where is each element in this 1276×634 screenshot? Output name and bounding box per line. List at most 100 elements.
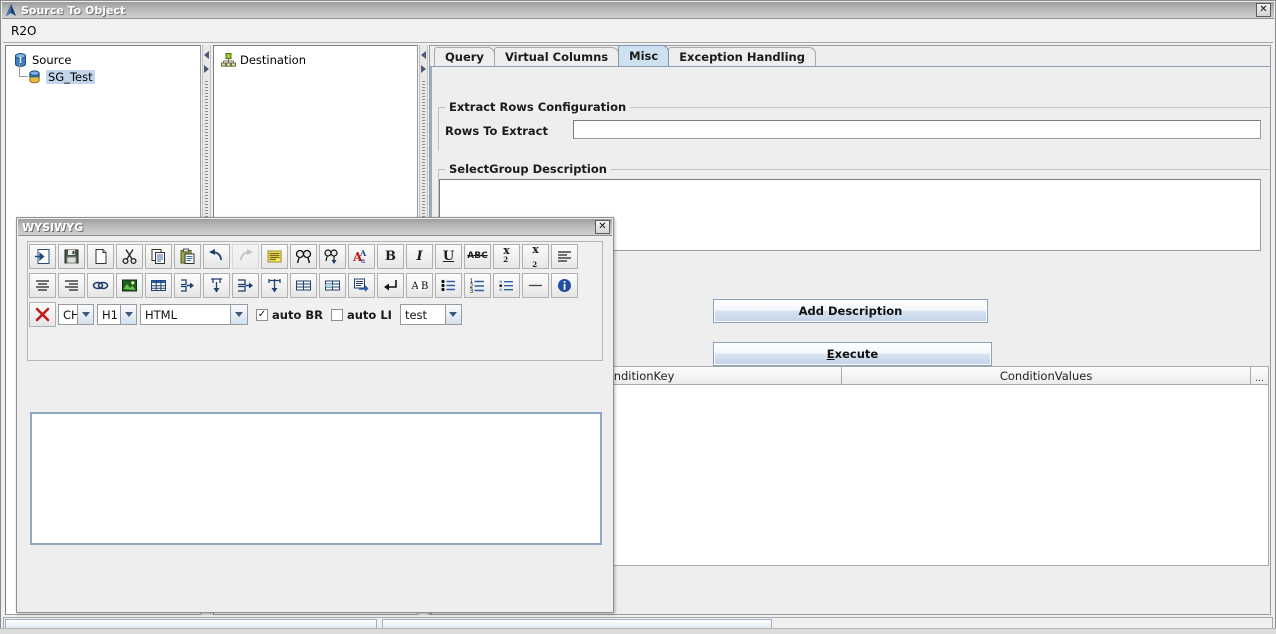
splitter2-collapse-left-icon[interactable] (421, 51, 426, 59)
italic-glyph: I (416, 249, 423, 264)
tree-node-source-label: Source (32, 52, 72, 67)
align-center-icon[interactable] (29, 273, 56, 298)
splitter2-collapse-right-icon[interactable] (421, 65, 426, 73)
app-icon (4, 3, 18, 17)
bold-icon[interactable]: B (377, 244, 404, 269)
style-combo-value: test (400, 305, 445, 324)
tab-exception-handling[interactable]: Exception Handling (668, 47, 816, 66)
horizontal-rule-icon[interactable] (522, 273, 549, 298)
tab-query[interactable]: Query (434, 47, 495, 66)
svg-text:B: B (421, 281, 428, 292)
wysiwyg-toolbar-row-3: CH H1 HTML ✓ auto BR auto LI test (29, 301, 465, 328)
rows-to-extract-label: Rows To Extract (445, 124, 548, 138)
superscript-icon[interactable]: x2 (493, 244, 520, 269)
save-icon[interactable] (58, 244, 85, 269)
selectgroup-description-legend: SelectGroup Description (445, 162, 611, 176)
execute-mnemonic: E (826, 347, 835, 361)
paste-icon[interactable] (174, 244, 201, 269)
splitter-collapse-right-icon[interactable] (204, 65, 209, 73)
cut-icon[interactable] (116, 244, 143, 269)
application-window: Source To Object ✕ R2O Source SG_Test De… (0, 0, 1276, 634)
wysiwyg-dialog-title: WYSIWYG (22, 220, 84, 234)
insert-table-icon[interactable] (145, 273, 172, 298)
copy-icon[interactable] (145, 244, 172, 269)
definition-list-icon[interactable] (493, 273, 520, 298)
auto-li-checkbox-box[interactable] (330, 308, 343, 321)
wysiwyg-toolbar-row-2: AB 123 (29, 272, 580, 299)
font-color-icon[interactable]: AAa (348, 244, 375, 269)
underline-icon[interactable]: U (435, 244, 462, 269)
subscript-icon[interactable]: x2 (522, 244, 549, 269)
window-title: Source To Object (21, 3, 126, 17)
chevron-down-icon[interactable] (444, 305, 461, 324)
insert-image-icon[interactable] (116, 273, 143, 298)
special-character-icon[interactable]: AB (406, 273, 433, 298)
path-text: R2O (11, 24, 37, 38)
execute-button-label: Execute (827, 347, 878, 361)
tree-node-sg-test[interactable]: SG_Test (12, 64, 200, 85)
chevron-down-icon[interactable] (120, 305, 136, 324)
svg-text:a: a (361, 257, 365, 265)
insert-link-icon[interactable] (87, 273, 114, 298)
path-bar: R2O (3, 20, 1273, 43)
align-left-icon[interactable] (551, 244, 578, 269)
cell-properties-icon[interactable] (319, 273, 346, 298)
wysiwyg-close-button[interactable]: ✕ (595, 220, 610, 234)
strikethrough-glyph: ABC (467, 251, 488, 261)
import-icon[interactable] (29, 244, 56, 269)
style-combo[interactable]: test (399, 304, 462, 325)
execute-button[interactable]: Execute (713, 342, 992, 366)
strikethrough-icon[interactable]: ABC (464, 244, 491, 269)
tree-node-destination-label: Destination (240, 52, 306, 67)
tree-node-destination[interactable]: Destination (220, 51, 417, 68)
find-icon[interactable] (290, 244, 317, 269)
add-description-button[interactable]: Add Description (713, 299, 988, 323)
auto-li-checkbox[interactable]: auto LI (330, 307, 392, 322)
about-info-icon[interactable] (551, 273, 578, 298)
splitter-collapse-left-icon[interactable] (204, 51, 209, 59)
tree-node-source[interactable]: Source (12, 51, 200, 68)
tab-misc[interactable]: Misc (618, 45, 670, 66)
table-properties-icon[interactable] (290, 273, 317, 298)
chevron-down-icon[interactable] (230, 305, 247, 324)
wysiwyg-dialog-titlebar[interactable]: WYSIWYG ✕ (18, 219, 612, 236)
insert-column-right-icon[interactable] (232, 273, 259, 298)
charset-combo-value: CH (59, 305, 78, 324)
insert-row-icon[interactable] (203, 273, 230, 298)
clear-formatting-icon[interactable] (29, 302, 56, 327)
bullet-list-icon[interactable] (435, 273, 462, 298)
wysiwyg-toolbar-row-1: AAa B I U ABC x2 x2 (29, 243, 580, 270)
rows-to-extract-input[interactable] (573, 120, 1261, 139)
spellcheck-icon[interactable] (261, 244, 288, 269)
charset-combo[interactable]: CH (58, 304, 94, 325)
align-right-icon[interactable] (58, 273, 85, 298)
auto-br-checkbox[interactable]: ✓ auto BR (256, 308, 323, 322)
chevron-down-icon[interactable] (77, 305, 93, 324)
tree-node-sg-test-label: SG_Test (46, 69, 95, 84)
find-next-icon[interactable] (319, 244, 346, 269)
tab-virtual-columns[interactable]: Virtual Columns (493, 47, 620, 66)
wysiwyg-editor-area[interactable] (30, 412, 602, 545)
new-document-icon[interactable] (87, 244, 114, 269)
bold-glyph: B (385, 249, 396, 264)
window-close-button[interactable]: ✕ (1256, 3, 1271, 17)
format-combo[interactable]: HTML (140, 304, 248, 325)
merge-cells-icon[interactable] (348, 273, 375, 298)
auto-br-checkbox-box[interactable]: ✓ (256, 308, 268, 321)
numbered-list-icon[interactable]: 123 (464, 273, 491, 298)
source-tree: Source SG_Test (6, 46, 200, 85)
undo-icon[interactable] (203, 244, 230, 269)
delete-row-icon[interactable] (261, 273, 288, 298)
heading-combo[interactable]: H1 (97, 304, 137, 325)
column-header-condition-values[interactable]: ConditionValues (842, 366, 1252, 385)
insert-paragraph-icon[interactable] (377, 273, 404, 298)
config-tabstrip: Query Virtual Columns Misc Exception Han… (430, 45, 1270, 67)
auto-br-label: auto BR (272, 307, 323, 322)
subscript-glyph: x2 (532, 243, 539, 270)
column-header-more[interactable]: ... (1251, 366, 1269, 385)
auto-li-label: auto LI (346, 307, 392, 322)
svg-text:3: 3 (470, 288, 474, 294)
insert-column-left-icon[interactable] (174, 273, 201, 298)
italic-icon[interactable]: I (406, 244, 433, 269)
window-titlebar: Source To Object ✕ (2, 2, 1274, 19)
